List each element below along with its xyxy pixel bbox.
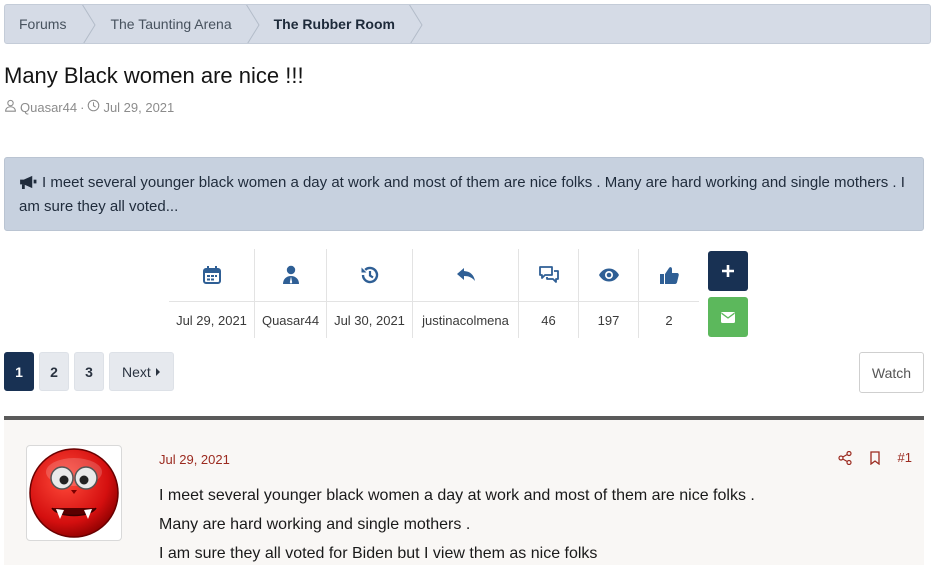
email-share-button[interactable] bbox=[708, 297, 748, 337]
add-button[interactable] bbox=[708, 251, 748, 291]
post-body: I meet several younger black women a day… bbox=[159, 481, 755, 565]
plus-icon bbox=[722, 265, 734, 277]
stat-reactions: 2 bbox=[639, 249, 699, 338]
stat-value: Quasar44 bbox=[261, 312, 320, 328]
thread-meta: Quasar44 · Jul 29, 2021 bbox=[4, 99, 174, 115]
stat-start-date: Jul 29, 2021 bbox=[169, 249, 255, 338]
clock-icon bbox=[87, 99, 100, 115]
post: Jul 29, 2021 #1 I meet several younger b… bbox=[4, 420, 924, 565]
thread-author-link[interactable]: Quasar44 bbox=[20, 100, 77, 115]
page-1-button[interactable]: 1 bbox=[4, 352, 34, 391]
next-label: Next bbox=[122, 363, 151, 380]
user-icon bbox=[282, 265, 299, 284]
post-actions: #1 bbox=[837, 450, 912, 465]
bookmark-icon[interactable] bbox=[868, 450, 882, 465]
stat-value: Jul 30, 2021 bbox=[334, 312, 405, 328]
envelope-icon bbox=[721, 311, 735, 323]
thread-stats: Jul 29, 2021 Quasar44 Jul 30, 2021 justi… bbox=[169, 249, 699, 338]
watch-button[interactable]: Watch bbox=[859, 352, 924, 393]
notice-text: I meet several younger black women a day… bbox=[19, 174, 905, 215]
stat-value: 46 bbox=[541, 312, 556, 328]
calendar-icon bbox=[202, 266, 221, 284]
stat-last-post-date: Jul 30, 2021 bbox=[327, 249, 413, 338]
stat-value: justinacolmena bbox=[422, 312, 509, 328]
next-page-button[interactable]: Next bbox=[109, 352, 174, 391]
eye-icon bbox=[598, 268, 619, 282]
history-icon bbox=[361, 266, 378, 284]
thread-date-link[interactable]: Jul 29, 2021 bbox=[103, 100, 174, 115]
stat-value: Jul 29, 2021 bbox=[176, 312, 247, 328]
stat-author: Quasar44 bbox=[255, 249, 327, 338]
breadcrumb-forums[interactable]: Forums bbox=[5, 5, 82, 43]
page-title: Many Black women are nice !!! bbox=[4, 63, 304, 88]
post-line: I meet several younger black women a day… bbox=[159, 487, 755, 504]
user-icon bbox=[4, 99, 17, 115]
avatar[interactable] bbox=[26, 445, 122, 541]
breadcrumb-taunting-arena[interactable]: The Taunting Arena bbox=[96, 5, 245, 43]
post-number-link[interactable]: #1 bbox=[898, 450, 912, 465]
post-line: I am sure they all voted for Biden but I… bbox=[159, 545, 598, 562]
post-date-link[interactable]: Jul 29, 2021 bbox=[159, 452, 230, 467]
post-line: Many are hard working and single mothers… bbox=[159, 516, 471, 533]
meta-separator: · bbox=[80, 99, 85, 115]
red-devil-smiley-avatar bbox=[29, 448, 119, 538]
breadcrumb: Forums The Taunting Arena The Rubber Roo… bbox=[4, 4, 931, 44]
stat-replies: 46 bbox=[519, 249, 579, 338]
stat-value: 197 bbox=[597, 312, 620, 328]
stat-last-poster: justinacolmena bbox=[413, 249, 519, 338]
stat-views: 197 bbox=[579, 249, 639, 338]
stat-value: 2 bbox=[665, 312, 673, 328]
megaphone-icon bbox=[20, 175, 37, 189]
comments-icon bbox=[538, 266, 559, 283]
breadcrumb-separator bbox=[408, 5, 423, 43]
page-3-button[interactable]: 3 bbox=[74, 352, 104, 391]
caret-right-icon bbox=[155, 367, 160, 376]
thread-preview-notice: I meet several younger black women a day… bbox=[4, 157, 924, 231]
reply-icon bbox=[456, 268, 475, 281]
breadcrumb-separator bbox=[245, 5, 260, 43]
breadcrumb-rubber-room[interactable]: The Rubber Room bbox=[260, 5, 409, 43]
pagination: 1 2 3 Next bbox=[4, 352, 174, 391]
share-icon[interactable] bbox=[837, 450, 852, 465]
breadcrumb-separator bbox=[82, 5, 97, 43]
page-2-button[interactable]: 2 bbox=[39, 352, 69, 391]
thumbs-up-icon bbox=[660, 267, 679, 284]
